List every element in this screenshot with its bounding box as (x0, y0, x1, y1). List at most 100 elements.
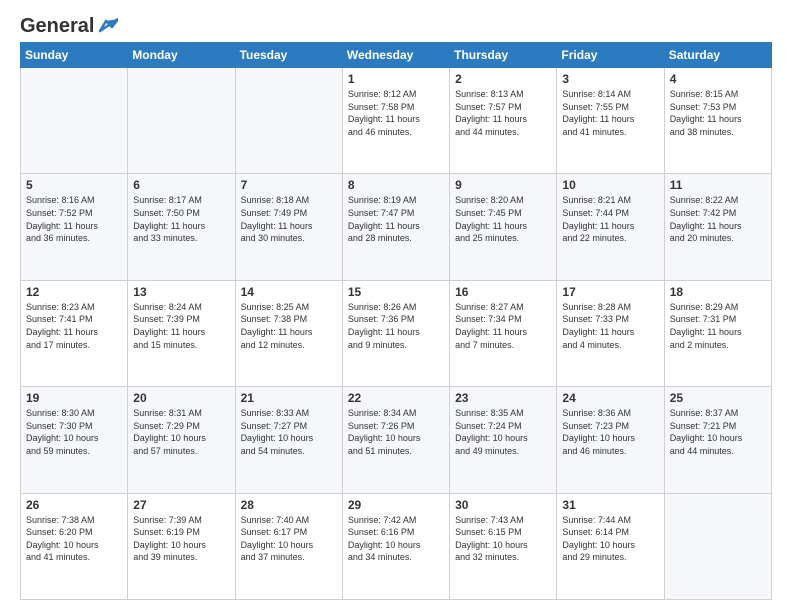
day-info: Sunrise: 8:34 AM Sunset: 7:26 PM Dayligh… (348, 407, 444, 457)
day-info: Sunrise: 8:23 AM Sunset: 7:41 PM Dayligh… (26, 301, 122, 351)
day-info: Sunrise: 8:19 AM Sunset: 7:47 PM Dayligh… (348, 194, 444, 244)
day-number: 30 (455, 498, 551, 512)
day-number: 25 (670, 391, 766, 405)
day-cell (21, 68, 128, 174)
day-info: Sunrise: 8:31 AM Sunset: 7:29 PM Dayligh… (133, 407, 229, 457)
day-cell: 15Sunrise: 8:26 AM Sunset: 7:36 PM Dayli… (342, 280, 449, 386)
day-number: 6 (133, 178, 229, 192)
day-info: Sunrise: 7:42 AM Sunset: 6:16 PM Dayligh… (348, 514, 444, 564)
day-info: Sunrise: 8:29 AM Sunset: 7:31 PM Dayligh… (670, 301, 766, 351)
day-number: 19 (26, 391, 122, 405)
day-info: Sunrise: 8:15 AM Sunset: 7:53 PM Dayligh… (670, 88, 766, 138)
weekday-header-sunday: Sunday (21, 43, 128, 68)
logo-general: General (20, 16, 94, 36)
day-info: Sunrise: 8:35 AM Sunset: 7:24 PM Dayligh… (455, 407, 551, 457)
day-number: 3 (562, 72, 658, 86)
weekday-header-monday: Monday (128, 43, 235, 68)
day-cell: 10 Sunrise: 8:21 AM Sunset: 7:44 PM Dayli… (557, 174, 664, 280)
day-number: 28 (241, 498, 337, 512)
day-info: Sunrise: 8:16 AM Sunset: 7:52 PM Dayligh… (26, 194, 122, 244)
day-number: 26 (26, 498, 122, 512)
day-number: 12 (26, 285, 122, 299)
day-cell: 8 Sunrise: 8:19 AM Sunset: 7:47 PM Daylig… (342, 174, 449, 280)
day-cell: 30 Sunrise: 7:43 AM Sunset: 6:15 PM Dayli… (450, 493, 557, 599)
day-cell (664, 493, 771, 599)
day-cell: 7Sunrise: 8:18 AM Sunset: 7:49 PM Daylig… (235, 174, 342, 280)
day-number: 21 (241, 391, 337, 405)
weekday-header-wednesday: Wednesday (342, 43, 449, 68)
day-cell: 2Sunrise: 8:13 AM Sunset: 7:57 PM Daylig… (450, 68, 557, 174)
day-cell: 17 Sunrise: 8:28 AM Sunset: 7:33 PM Dayli… (557, 280, 664, 386)
day-info: Sunrise: 8:36 AM Sunset: 7:23 PM Dayligh… (562, 407, 658, 457)
day-number: 10 (562, 178, 658, 192)
week-row-3: 12 Sunrise: 8:23 AM Sunset: 7:41 PM Dayli… (21, 280, 772, 386)
weekday-header-tuesday: Tuesday (235, 43, 342, 68)
day-number: 2 (455, 72, 551, 86)
day-number: 24 (562, 391, 658, 405)
day-number: 20 (133, 391, 229, 405)
day-info: Sunrise: 7:38 AM Sunset: 6:20 PM Dayligh… (26, 514, 122, 564)
weekday-header-saturday: Saturday (664, 43, 771, 68)
day-number: 29 (348, 498, 444, 512)
day-cell (235, 68, 342, 174)
day-info: Sunrise: 7:43 AM Sunset: 6:15 PM Dayligh… (455, 514, 551, 564)
weekday-header-friday: Friday (557, 43, 664, 68)
week-row-4: 19 Sunrise: 8:30 AM Sunset: 7:30 PM Dayli… (21, 387, 772, 493)
day-number: 14 (241, 285, 337, 299)
day-cell: 22 Sunrise: 8:34 AM Sunset: 7:26 PM Dayli… (342, 387, 449, 493)
day-info: Sunrise: 8:21 AM Sunset: 7:44 PM Dayligh… (562, 194, 658, 244)
day-info: Sunrise: 8:25 AM Sunset: 7:38 PM Dayligh… (241, 301, 337, 351)
day-cell: 13 Sunrise: 8:24 AM Sunset: 7:39 PM Dayli… (128, 280, 235, 386)
day-cell: 31 Sunrise: 7:44 AM Sunset: 6:14 PM Dayli… (557, 493, 664, 599)
day-cell: 20 Sunrise: 8:31 AM Sunset: 7:29 PM Dayli… (128, 387, 235, 493)
day-cell: 14 Sunrise: 8:25 AM Sunset: 7:38 PM Dayli… (235, 280, 342, 386)
header: General (20, 16, 772, 32)
week-row-1: 1Sunrise: 8:12 AM Sunset: 7:58 PM Daylig… (21, 68, 772, 174)
day-cell: 5Sunrise: 8:16 AM Sunset: 7:52 PM Daylig… (21, 174, 128, 280)
day-cell: 16 Sunrise: 8:27 AM Sunset: 7:34 PM Dayli… (450, 280, 557, 386)
day-info: Sunrise: 8:37 AM Sunset: 7:21 PM Dayligh… (670, 407, 766, 457)
day-cell: 18 Sunrise: 8:29 AM Sunset: 7:31 PM Dayli… (664, 280, 771, 386)
day-info: Sunrise: 7:39 AM Sunset: 6:19 PM Dayligh… (133, 514, 229, 564)
day-info: Sunrise: 8:30 AM Sunset: 7:30 PM Dayligh… (26, 407, 122, 457)
day-cell: 24 Sunrise: 8:36 AM Sunset: 7:23 PM Dayli… (557, 387, 664, 493)
day-info: Sunrise: 8:22 AM Sunset: 7:42 PM Dayligh… (670, 194, 766, 244)
day-info: Sunrise: 7:44 AM Sunset: 6:14 PM Dayligh… (562, 514, 658, 564)
calendar-table: SundayMondayTuesdayWednesdayThursdayFrid… (20, 42, 772, 600)
day-info: Sunrise: 8:27 AM Sunset: 7:34 PM Dayligh… (455, 301, 551, 351)
day-number: 16 (455, 285, 551, 299)
day-info: Sunrise: 8:26 AM Sunset: 7:36 PM Dayligh… (348, 301, 444, 351)
day-number: 13 (133, 285, 229, 299)
day-cell: 11 Sunrise: 8:22 AM Sunset: 7:42 PM Dayli… (664, 174, 771, 280)
page: General SundayMondayTuesdayWednesdayThur… (0, 0, 792, 612)
day-cell: 27Sunrise: 7:39 AM Sunset: 6:19 PM Dayli… (128, 493, 235, 599)
day-number: 18 (670, 285, 766, 299)
day-info: Sunrise: 8:20 AM Sunset: 7:45 PM Dayligh… (455, 194, 551, 244)
day-info: Sunrise: 8:33 AM Sunset: 7:27 PM Dayligh… (241, 407, 337, 457)
day-number: 17 (562, 285, 658, 299)
weekday-header-row: SundayMondayTuesdayWednesdayThursdayFrid… (21, 43, 772, 68)
day-number: 11 (670, 178, 766, 192)
day-cell (128, 68, 235, 174)
day-cell: 21 Sunrise: 8:33 AM Sunset: 7:27 PM Dayli… (235, 387, 342, 493)
day-number: 8 (348, 178, 444, 192)
day-cell: 9 Sunrise: 8:20 AM Sunset: 7:45 PM Daylig… (450, 174, 557, 280)
day-cell: 19 Sunrise: 8:30 AM Sunset: 7:30 PM Dayli… (21, 387, 128, 493)
day-cell: 12 Sunrise: 8:23 AM Sunset: 7:41 PM Dayli… (21, 280, 128, 386)
day-cell: 6Sunrise: 8:17 AM Sunset: 7:50 PM Daylig… (128, 174, 235, 280)
week-row-5: 26 Sunrise: 7:38 AM Sunset: 6:20 PM Dayli… (21, 493, 772, 599)
week-row-2: 5Sunrise: 8:16 AM Sunset: 7:52 PM Daylig… (21, 174, 772, 280)
day-info: Sunrise: 7:40 AM Sunset: 6:17 PM Dayligh… (241, 514, 337, 564)
day-number: 22 (348, 391, 444, 405)
day-info: Sunrise: 8:24 AM Sunset: 7:39 PM Dayligh… (133, 301, 229, 351)
weekday-header-thursday: Thursday (450, 43, 557, 68)
day-number: 7 (241, 178, 337, 192)
day-number: 31 (562, 498, 658, 512)
day-number: 9 (455, 178, 551, 192)
day-number: 4 (670, 72, 766, 86)
logo: General (20, 16, 118, 32)
day-cell: 25 Sunrise: 8:37 AM Sunset: 7:21 PM Dayli… (664, 387, 771, 493)
day-info: Sunrise: 8:28 AM Sunset: 7:33 PM Dayligh… (562, 301, 658, 351)
day-cell: 4 Sunrise: 8:15 AM Sunset: 7:53 PM Daylig… (664, 68, 771, 174)
day-info: Sunrise: 8:14 AM Sunset: 7:55 PM Dayligh… (562, 88, 658, 138)
